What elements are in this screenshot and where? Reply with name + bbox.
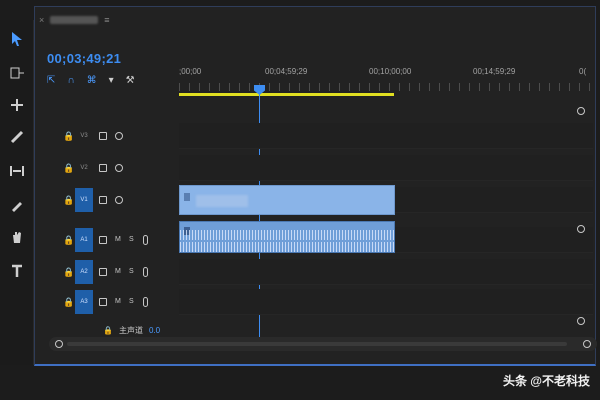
- track-v3-area[interactable]: [179, 123, 593, 149]
- master-track[interactable]: 🔒 主声道 0.0: [103, 325, 160, 336]
- ruler-label: 00;10;00;00: [369, 67, 412, 76]
- track-target-a2[interactable]: A2: [75, 260, 93, 284]
- track-v2-area[interactable]: [179, 155, 593, 181]
- track-label[interactable]: V2: [75, 156, 93, 180]
- ruler-ticks: [179, 83, 593, 91]
- track-header-v2[interactable]: 🔒 V2: [45, 155, 179, 181]
- scroll-handle-bottom[interactable]: [577, 317, 585, 325]
- master-label: 主声道: [118, 326, 143, 335]
- close-icon[interactable]: ×: [39, 15, 44, 25]
- clip-fx-icon: [184, 193, 190, 201]
- work-area-bar[interactable]: [179, 93, 394, 96]
- pen-tool-icon[interactable]: [8, 196, 26, 214]
- video-clip[interactable]: [179, 185, 395, 215]
- sequence-tab[interactable]: × ≡: [39, 13, 110, 27]
- ruler-label: 0(: [579, 67, 587, 76]
- timecode-display[interactable]: 00;03;49;21: [47, 51, 121, 66]
- lock-icon[interactable]: 🔒: [63, 235, 74, 246]
- ripple-edit-tool-icon[interactable]: [8, 96, 26, 114]
- lock-icon[interactable]: 🔒: [103, 326, 113, 335]
- scroll-handle-right[interactable]: [583, 340, 591, 348]
- lock-icon[interactable]: 🔒: [63, 195, 74, 206]
- solo-icon[interactable]: S: [129, 236, 134, 243]
- toggle-sync-icon[interactable]: [99, 236, 107, 244]
- time-ruler[interactable]: ;00;00 00;04;59;29 00;10;00;00 00;14;59;…: [179, 63, 593, 101]
- lock-icon[interactable]: 🔒: [63, 131, 74, 142]
- eye-icon[interactable]: [115, 164, 123, 172]
- lock-icon[interactable]: 🔒: [63, 267, 74, 278]
- clip-name-redacted: [196, 195, 248, 207]
- sequence-name-redacted: [50, 16, 99, 24]
- timeline-tools: ⇱ ∩ ⌘ ▾ ⚒: [47, 75, 135, 86]
- scroll-handle-top[interactable]: [577, 107, 585, 115]
- track-header-v1[interactable]: 🔒 V1: [45, 187, 179, 213]
- master-volume-value[interactable]: 0.0: [149, 326, 160, 335]
- watermark: 头条 @不老科技: [502, 374, 590, 388]
- type-tool-icon[interactable]: [8, 262, 26, 280]
- eye-icon[interactable]: [115, 196, 123, 204]
- mic-icon[interactable]: [143, 235, 148, 245]
- track-a2-area[interactable]: [179, 259, 593, 285]
- scroll-thumb[interactable]: [67, 342, 567, 346]
- track-a3-area[interactable]: [179, 289, 593, 315]
- track-select-tool-icon[interactable]: [8, 64, 26, 82]
- audio-waveform: [180, 242, 394, 252]
- track-target-a1[interactable]: A1: [75, 228, 93, 252]
- track-label[interactable]: V3: [75, 124, 93, 148]
- solo-icon[interactable]: S: [129, 268, 134, 275]
- slip-tool-icon[interactable]: [8, 162, 26, 180]
- solo-icon[interactable]: S: [129, 298, 134, 305]
- lock-icon[interactable]: 🔒: [63, 297, 74, 308]
- menu-icon[interactable]: ≡: [104, 15, 109, 25]
- tools-panel: [0, 20, 34, 365]
- audio-waveform: [180, 230, 394, 240]
- track-header-a2[interactable]: 🔒 A2 M S: [45, 259, 179, 285]
- hand-tool-icon[interactable]: [8, 228, 26, 246]
- ruler-label: 00;04;59;29: [265, 67, 308, 76]
- scroll-handle-mid[interactable]: [577, 225, 585, 233]
- mute-icon[interactable]: M: [115, 298, 121, 305]
- track-header-a1[interactable]: 🔒 A1 M S: [45, 227, 179, 253]
- selection-tool-icon[interactable]: [8, 30, 26, 48]
- eye-icon[interactable]: [115, 132, 123, 140]
- track-target-a3[interactable]: A3: [75, 290, 93, 314]
- track-area[interactable]: [179, 123, 593, 343]
- toggle-sync-icon[interactable]: [99, 268, 107, 276]
- audio-clip[interactable]: [179, 221, 395, 253]
- lock-icon[interactable]: 🔒: [63, 163, 74, 174]
- wrench-icon[interactable]: ⚒: [126, 75, 135, 86]
- app-frame: × ≡ 00;03;49;21 ⇱ ∩ ⌘ ▾ ⚒ ;00;00 00;04;5…: [0, 0, 600, 400]
- marker-icon[interactable]: ▾: [109, 75, 114, 86]
- snap-icon[interactable]: ∩: [67, 75, 74, 86]
- insert-overwrite-icon[interactable]: ⇱: [47, 75, 55, 86]
- toggle-sync-icon[interactable]: [99, 196, 107, 204]
- mute-icon[interactable]: M: [115, 236, 121, 243]
- vertical-scroll[interactable]: [577, 107, 587, 343]
- linked-selection-icon[interactable]: ⌘: [87, 75, 97, 86]
- timeline-panel: × ≡ 00;03;49;21 ⇱ ∩ ⌘ ▾ ⚒ ;00;00 00;04;5…: [34, 6, 597, 366]
- toggle-sync-icon[interactable]: [99, 164, 107, 172]
- toggle-sync-icon[interactable]: [99, 298, 107, 306]
- mute-icon[interactable]: M: [115, 268, 121, 275]
- mic-icon[interactable]: [143, 267, 148, 277]
- scroll-handle-left[interactable]: [55, 340, 63, 348]
- mic-icon[interactable]: [143, 297, 148, 307]
- ruler-label: 00;14;59;29: [473, 67, 516, 76]
- track-target-v1[interactable]: V1: [75, 188, 93, 212]
- toggle-sync-icon[interactable]: [99, 132, 107, 140]
- razor-tool-icon[interactable]: [8, 128, 26, 146]
- horizontal-scroll[interactable]: [49, 337, 597, 351]
- track-header-v3[interactable]: 🔒 V3: [45, 123, 179, 149]
- ruler-label: ;00;00: [179, 67, 202, 76]
- track-header-a3[interactable]: 🔒 A3 M S: [45, 289, 179, 315]
